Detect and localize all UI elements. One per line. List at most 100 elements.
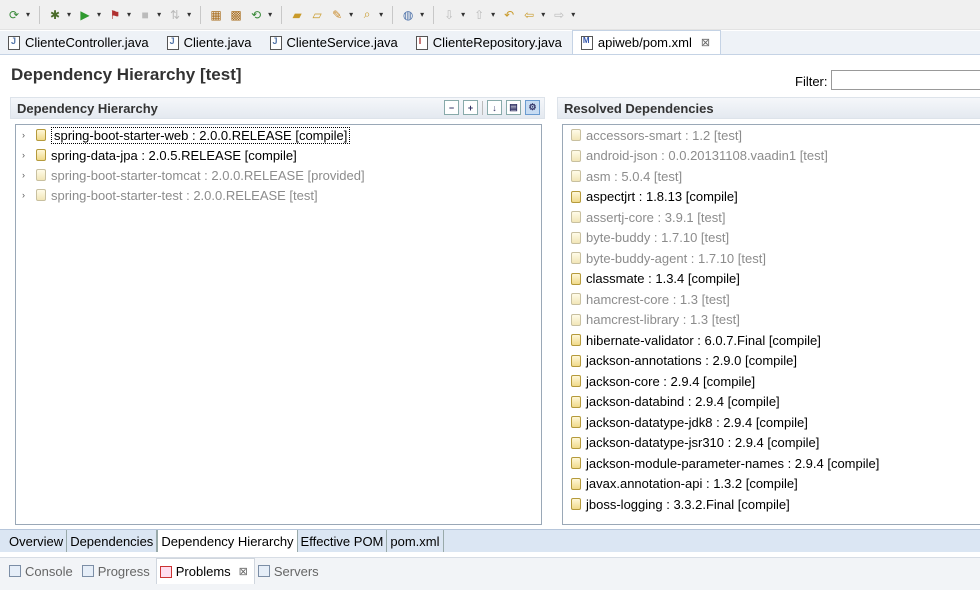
list-item-label: hibernate-validator : 6.0.7.Final [compi… — [586, 332, 821, 348]
tab-dependency-hierarchy[interactable]: Dependency Hierarchy — [157, 530, 298, 552]
editor-tab-cliente[interactable]: Cliente.java — [159, 31, 262, 54]
pen-dropdown-icon[interactable]: ▾ — [349, 10, 353, 19]
editor-tab-cliente-repository[interactable]: ClienteRepository.java — [408, 31, 572, 54]
tab-dependencies[interactable]: Dependencies — [67, 530, 158, 552]
back-icon[interactable]: ⇦ — [521, 7, 537, 23]
run-config-icon[interactable]: ⚑ — [107, 7, 123, 23]
expand-icon[interactable]: › — [22, 130, 34, 140]
new-dropdown-icon[interactable]: ▾ — [26, 10, 30, 19]
close-tab-icon[interactable]: ⊠ — [239, 565, 248, 578]
toolbar-separator — [392, 5, 394, 24]
list-item[interactable]: hamcrest-library : 1.3 [test] — [563, 310, 980, 331]
list-item[interactable]: accessors-smart : 1.2 [test] — [563, 125, 980, 146]
list-item[interactable]: aspectjrt : 1.8.13 [compile] — [563, 187, 980, 208]
list-item[interactable]: jackson-core : 2.9.4 [compile] — [563, 371, 980, 392]
tree-item[interactable]: › spring-boot-starter-web : 2.0.0.RELEAS… — [16, 125, 541, 145]
expand-all-icon[interactable]: + — [463, 100, 478, 115]
list-item-label: byte-buddy-agent : 1.7.10 [test] — [586, 250, 766, 266]
expand-icon[interactable]: › — [22, 170, 34, 180]
list-item-label: jboss-logging : 3.3.2.Final [compile] — [586, 496, 790, 512]
jar-icon — [571, 190, 581, 203]
list-item[interactable]: jackson-databind : 2.9.4 [compile] — [563, 392, 980, 413]
jar-icon — [571, 313, 581, 326]
show-groupid-icon[interactable]: ▤ — [506, 100, 521, 115]
tab-overview[interactable]: Overview — [6, 530, 68, 552]
run-config-dropdown-icon[interactable]: ▾ — [127, 10, 131, 19]
tab-effective-pom[interactable]: Effective POM — [297, 530, 388, 552]
list-item-label: jackson-module-parameter-names : 2.9.4 [… — [586, 455, 880, 471]
run-dropdown-icon[interactable]: ▾ — [97, 10, 101, 19]
tab-servers[interactable]: Servers — [255, 558, 325, 584]
stop-dropdown-icon[interactable]: ▾ — [157, 10, 161, 19]
globe-dropdown-icon[interactable]: ▾ — [420, 10, 424, 19]
refresh-dropdown-icon[interactable]: ▾ — [268, 10, 272, 19]
tab-progress[interactable]: Progress — [79, 558, 156, 584]
tab-console[interactable]: Console — [6, 558, 79, 584]
list-item[interactable]: jackson-module-parameter-names : 2.9.4 [… — [563, 453, 980, 474]
tree-item[interactable]: › spring-boot-starter-tomcat : 2.0.0.REL… — [16, 165, 541, 185]
list-item-label: jackson-datatype-jsr310 : 2.9.4 [compile… — [586, 435, 820, 451]
pom-editor-page-tabs: Overview Dependencies Dependency Hierarc… — [0, 529, 980, 552]
pen-icon[interactable]: ✎ — [329, 7, 345, 23]
editor-tab-label: ClienteService.java — [286, 35, 398, 50]
list-item[interactable]: hibernate-validator : 6.0.7.Final [compi… — [563, 330, 980, 351]
list-item[interactable]: javax.annotation-api : 1.3.2 [compile] — [563, 474, 980, 495]
debug-dropdown-icon[interactable]: ▾ — [67, 10, 71, 19]
forward-icon[interactable]: ⇨ — [551, 7, 567, 23]
filter-input[interactable] — [831, 70, 980, 90]
globe-icon[interactable]: ◍ — [400, 7, 416, 23]
new-package-icon[interactable]: ▦ — [208, 7, 224, 23]
refresh-icon[interactable]: ⟲ — [248, 7, 264, 23]
run-icon[interactable]: ▶ — [77, 7, 93, 23]
editor-tab-cliente-controller[interactable]: ClienteController.java — [0, 31, 159, 54]
prev-annotation-icon[interactable]: ⇧ — [471, 7, 487, 23]
tree-item[interactable]: › spring-boot-starter-test : 2.0.0.RELEA… — [16, 185, 541, 205]
filter-toggle-icon[interactable]: ⚙ — [525, 100, 540, 115]
expand-icon[interactable]: › — [22, 190, 34, 200]
list-item-label: android-json : 0.0.20131108.vaadin1 [tes… — [586, 148, 828, 164]
list-item[interactable]: assertj-core : 3.9.1 [test] — [563, 207, 980, 228]
next-annotation-icon[interactable]: ⇩ — [441, 7, 457, 23]
filter-label: Filter: — [795, 74, 828, 89]
debug-icon[interactable]: ✱ — [47, 7, 63, 23]
resolved-list[interactable]: accessors-smart : 1.2 [test] android-jso… — [562, 124, 980, 525]
list-item[interactable]: classmate : 1.3.4 [compile] — [563, 269, 980, 290]
collapse-all-icon[interactable]: − — [444, 100, 459, 115]
list-item[interactable]: jboss-logging : 3.3.2.Final [compile] — [563, 494, 980, 515]
stop-icon[interactable]: ■ — [137, 7, 153, 23]
tab-problems[interactable]: Problems ⊠ — [155, 558, 255, 584]
tree-item[interactable]: › spring-data-jpa : 2.0.5.RELEASE [compi… — [16, 145, 541, 165]
list-item[interactable]: hamcrest-core : 1.3 [test] — [563, 289, 980, 310]
list-item[interactable]: jackson-annotations : 2.9.0 [compile] — [563, 351, 980, 372]
next-annotation-dropdown-icon[interactable]: ▾ — [461, 10, 465, 19]
last-edit-icon[interactable]: ↶ — [501, 7, 517, 23]
list-item[interactable]: jackson-datatype-jdk8 : 2.9.4 [compile] — [563, 412, 980, 433]
search-dropdown-icon[interactable]: ▾ — [379, 10, 383, 19]
list-item[interactable]: asm : 5.0.4 [test] — [563, 166, 980, 187]
back-dropdown-icon[interactable]: ▾ — [541, 10, 545, 19]
editor-tab-label: ClienteRepository.java — [432, 35, 562, 50]
forward-dropdown-icon[interactable]: ▾ — [571, 10, 575, 19]
open-folder-icon[interactable]: ▰ — [289, 7, 305, 23]
list-item[interactable]: jackson-datatype-jsr310 : 2.9.4 [compile… — [563, 433, 980, 454]
close-tab-icon[interactable]: ⊠ — [701, 36, 710, 49]
tab-pom-xml[interactable]: pom.xml — [387, 530, 444, 552]
list-item[interactable]: android-json : 0.0.20131108.vaadin1 [tes… — [563, 146, 980, 167]
open-file-icon[interactable]: ▱ — [309, 7, 325, 23]
toolbar-separator — [39, 5, 41, 24]
prev-annotation-dropdown-icon[interactable]: ▾ — [491, 10, 495, 19]
list-item[interactable]: byte-buddy-agent : 1.7.10 [test] — [563, 248, 980, 269]
java-file-icon — [269, 35, 282, 50]
list-item-label: assertj-core : 3.9.1 [test] — [586, 209, 726, 225]
new-class-icon[interactable]: ▩ — [228, 7, 244, 23]
connect-icon[interactable]: ⇅ — [167, 7, 183, 23]
new-icon[interactable]: ⟳ — [6, 7, 22, 23]
list-item[interactable]: byte-buddy : 1.7.10 [test] — [563, 228, 980, 249]
search-folder-icon[interactable]: ⌕ — [359, 7, 375, 23]
sort-icon[interactable]: ↓ — [487, 100, 502, 115]
hierarchy-tree[interactable]: › spring-boot-starter-web : 2.0.0.RELEAS… — [15, 124, 542, 525]
connect-dropdown-icon[interactable]: ▾ — [187, 10, 191, 19]
expand-icon[interactable]: › — [22, 150, 34, 160]
editor-tab-pom-xml[interactable]: apiweb/pom.xml ⊠ — [571, 30, 722, 54]
editor-tab-cliente-service[interactable]: ClienteService.java — [262, 31, 408, 54]
